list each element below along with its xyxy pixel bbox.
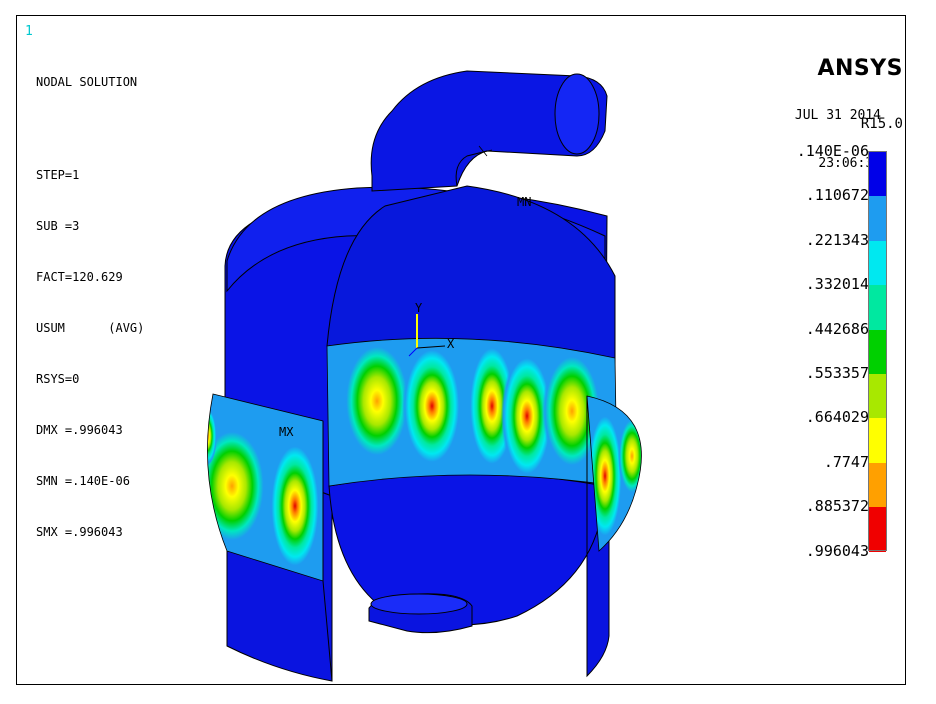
legend-swatch [869, 285, 886, 330]
axis-x-label: X [447, 337, 455, 351]
legend-swatch [869, 418, 886, 463]
legend-swatch [869, 507, 886, 552]
legend-swatch [869, 462, 886, 508]
legend-label: .664029 [805, 408, 869, 427]
legend-swatch [869, 329, 886, 374]
legend-label: .442686 [805, 319, 869, 338]
max-marker: MX [279, 425, 294, 439]
legend-label: .996043 [805, 541, 869, 560]
graphics-window[interactable]: 1 NODAL SOLUTION STEP=1 SUB =3 FACT=120.… [16, 15, 906, 685]
legend-swatch [869, 196, 886, 241]
legend-swatch [869, 240, 886, 286]
model-viewport[interactable]: Y X MN MX [17, 16, 905, 684]
legend-label: .140E-06 [796, 142, 869, 160]
legend-label: .110672 [805, 186, 869, 205]
legend-label: .885372 [805, 497, 869, 516]
min-marker: MN [517, 195, 531, 209]
legend-label: .221343 [805, 230, 869, 249]
legend-label: .553357 [805, 364, 869, 382]
contour-legend: .140E-06 .110672 .221343 .332014 .442686 .553… [777, 136, 905, 560]
nozzle-opening [554, 73, 600, 155]
legend-swatch [869, 374, 886, 419]
legend-label: .332014 [805, 275, 869, 294]
axis-y-label: Y [415, 301, 423, 315]
legend-label: .7747 [823, 452, 869, 471]
legend-swatch [869, 152, 886, 197]
